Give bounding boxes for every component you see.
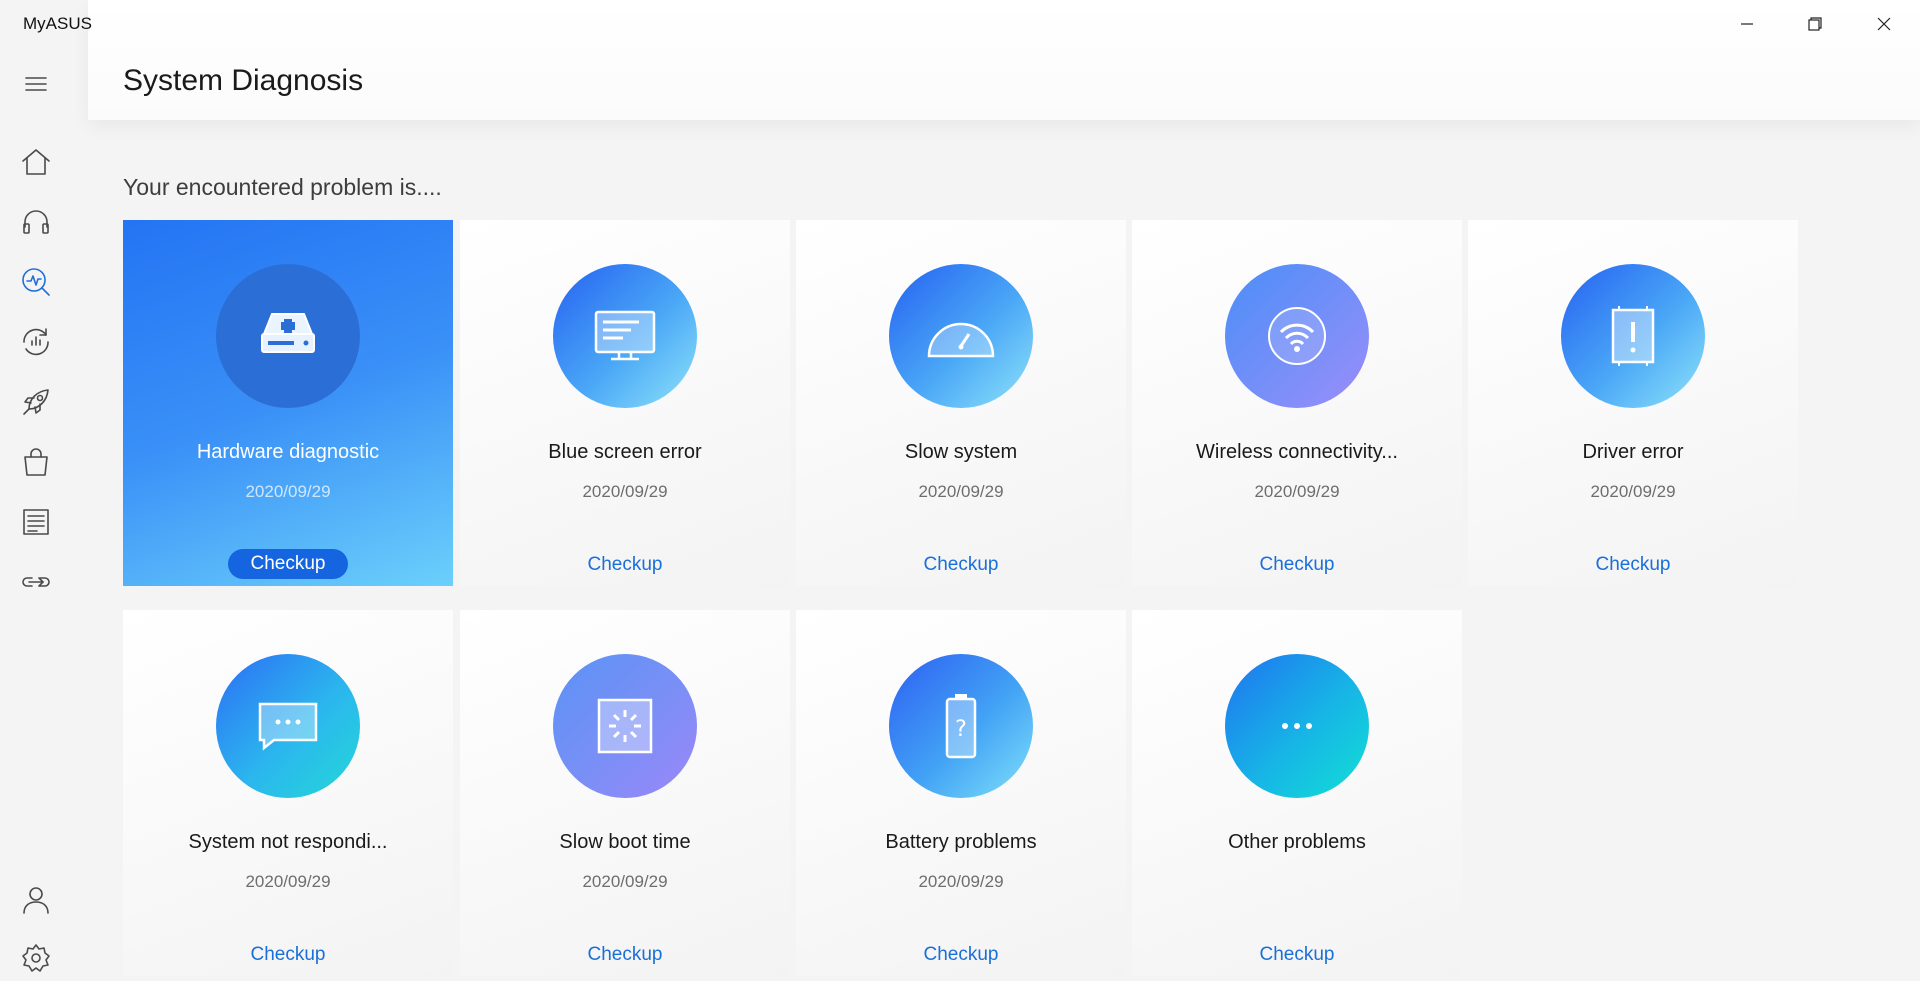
card-other-problems[interactable]: Other problems Checkup — [1132, 610, 1462, 976]
shopping-bag-icon — [24, 448, 48, 476]
hardware-drive-icon — [216, 264, 360, 408]
card-label: Driver error — [1582, 441, 1684, 463]
diagnosis-icon — [22, 268, 50, 296]
card-date: 2020/09/29 — [918, 872, 1004, 891]
card-date: 2020/09/29 — [918, 482, 1004, 501]
checkup-button[interactable]: Checkup — [123, 944, 453, 966]
sidebar-item-store[interactable] — [16, 442, 56, 482]
home-icon — [22, 149, 50, 175]
card-driver-error[interactable]: Driver error 2020/09/29 Checkup — [1468, 220, 1798, 586]
card-slow-system[interactable]: Slow system 2020/09/29 Checkup — [796, 220, 1126, 586]
card-slow-boot-time[interactable]: Slow boot time 2020/09/29 Checkup — [460, 610, 790, 976]
sidebar-item-settings[interactable] — [16, 938, 56, 978]
driver-chip-icon — [1561, 264, 1705, 408]
sidebar-item-diagnosis[interactable] — [16, 262, 56, 302]
speedometer-icon — [889, 264, 1033, 408]
card-date: 2020/09/29 — [582, 482, 668, 501]
card-label: Other problems — [1228, 831, 1366, 853]
checkup-button[interactable]: Checkup — [460, 554, 790, 576]
app-title: MyASUS — [23, 14, 92, 33]
sidebar-item-link[interactable] — [16, 562, 56, 602]
sidebar-item-optimization[interactable] — [16, 322, 56, 362]
card-battery-problems[interactable]: ? Battery problems 2020/09/29 Checkup — [796, 610, 1126, 976]
menu-button[interactable] — [16, 64, 56, 104]
card-blue-screen-error[interactable]: Blue screen error 2020/09/29 Checkup — [460, 220, 790, 586]
wifi-icon — [1225, 264, 1369, 408]
card-label: Battery problems — [885, 831, 1037, 853]
card-date: 2020/09/29 — [245, 482, 331, 501]
title-bar: MyASUS — [0, 0, 1920, 48]
problem-prompt: Your encountered problem is.... — [123, 174, 442, 200]
card-label: Slow boot time — [559, 831, 691, 853]
card-label: Slow system — [904, 441, 1018, 463]
sidebar-item-home[interactable] — [16, 142, 56, 182]
news-icon — [23, 509, 49, 535]
card-hardware-diagnostic[interactable]: Hardware diagnostic 2020/09/29 Checkup — [123, 220, 453, 586]
sidebar-item-news[interactable] — [16, 502, 56, 542]
card-date: 2020/09/29 — [245, 872, 331, 891]
checkup-button[interactable]: Checkup — [228, 549, 348, 579]
restore-button[interactable] — [1781, 0, 1849, 48]
rocket-icon — [23, 389, 49, 415]
card-wireless-connectivity[interactable]: Wireless connectivity... 2020/09/29 Chec… — [1132, 220, 1462, 586]
card-label: Hardware diagnostic — [196, 441, 380, 463]
close-button[interactable] — [1850, 0, 1918, 48]
svg-text:?: ? — [955, 717, 967, 742]
loading-icon — [553, 654, 697, 798]
checkup-button[interactable]: Checkup — [460, 944, 790, 966]
card-label: System not respondi... — [188, 831, 388, 853]
close-icon — [1877, 17, 1891, 31]
card-label: Wireless connectivity... — [1196, 441, 1398, 463]
sidebar-item-boost[interactable] — [16, 382, 56, 422]
battery-icon: ? — [889, 654, 1033, 798]
menu-icon — [25, 77, 47, 91]
minimize-icon — [1741, 23, 1753, 25]
settings-icon — [22, 944, 50, 972]
chat-bubble-icon — [216, 654, 360, 798]
minimize-button[interactable] — [1713, 0, 1781, 48]
headset-icon — [23, 210, 49, 234]
card-system-not-responding[interactable]: System not respondi... 2020/09/29 Checku… — [123, 610, 453, 976]
user-icon — [23, 887, 49, 914]
link-icon — [22, 577, 50, 587]
card-date: 2020/09/29 — [1254, 482, 1340, 501]
checkup-button[interactable]: Checkup — [796, 944, 1126, 966]
more-icon — [1225, 654, 1369, 798]
sidebar-item-support[interactable] — [16, 202, 56, 242]
checkup-button[interactable]: Checkup — [796, 554, 1126, 576]
card-label: Blue screen error — [548, 441, 702, 463]
sidebar — [0, 48, 72, 981]
card-date: 2020/09/29 — [582, 872, 668, 891]
page-title: System Diagnosis — [123, 64, 364, 97]
sidebar-item-account[interactable] — [16, 880, 56, 920]
card-date: 2020/09/29 — [1590, 482, 1676, 501]
monitor-icon — [553, 264, 697, 408]
refresh-chart-icon — [23, 328, 49, 356]
restore-icon — [1808, 17, 1822, 31]
checkup-button[interactable]: Checkup — [1132, 554, 1462, 576]
checkup-button[interactable]: Checkup — [1468, 554, 1798, 576]
checkup-button[interactable]: Checkup — [1132, 944, 1462, 966]
